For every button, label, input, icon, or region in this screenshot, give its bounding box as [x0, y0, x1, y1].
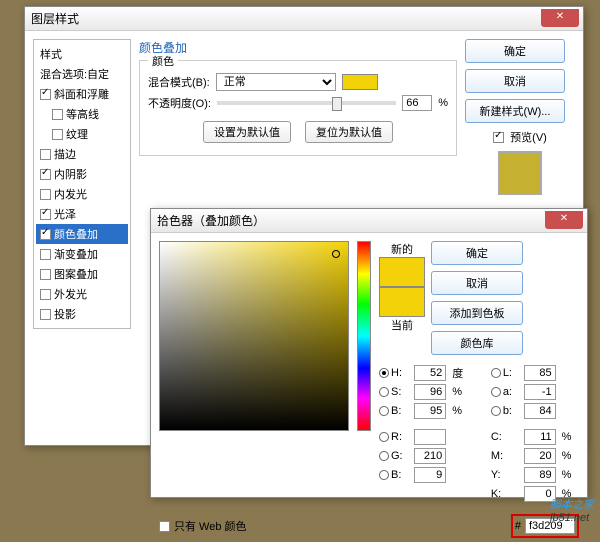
style-item[interactable]: 图案叠加: [36, 264, 128, 284]
val-input[interactable]: [414, 365, 446, 381]
web-only-label: 只有 Web 颜色: [174, 518, 247, 534]
style-checkbox[interactable]: [40, 229, 51, 240]
color-library-button[interactable]: 颜色库: [431, 331, 523, 355]
style-label: 内阴影: [54, 166, 87, 182]
mode-radio[interactable]: [379, 368, 389, 378]
preview-label: 预览(V): [510, 129, 547, 145]
picker-ring-icon: [332, 250, 340, 258]
watermark: 脚本之家 jb51.net: [550, 496, 594, 524]
mode-radio[interactable]: [379, 432, 389, 442]
picker-cancel-button[interactable]: 取消: [431, 271, 523, 295]
blend-mode-label: 混合模式(B):: [148, 74, 210, 90]
style-checkbox[interactable]: [40, 89, 51, 100]
style-label: 图案叠加: [54, 266, 98, 282]
style-checkbox[interactable]: [40, 209, 51, 220]
layer-style-title: 图层样式: [31, 10, 79, 27]
style-label: 内发光: [54, 186, 87, 202]
current-color-box[interactable]: [379, 287, 425, 317]
val-input[interactable]: [414, 384, 446, 400]
overlay-color-swatch[interactable]: [342, 74, 378, 90]
picker-ok-button[interactable]: 确定: [431, 241, 523, 265]
close-icon[interactable]: ✕: [541, 9, 579, 27]
style-label: 等高线: [66, 106, 99, 122]
style-item[interactable]: 内阴影: [36, 164, 128, 184]
val-input[interactable]: [524, 403, 556, 419]
style-checkbox[interactable]: [40, 289, 51, 300]
mode-radio[interactable]: [379, 406, 389, 416]
style-checkbox[interactable]: [52, 109, 63, 120]
blend-options-item[interactable]: 混合选项:自定: [36, 64, 128, 84]
style-item[interactable]: 斜面和浮雕: [36, 84, 128, 104]
opacity-slider[interactable]: [217, 101, 396, 105]
current-label: 当前: [391, 317, 413, 333]
style-item[interactable]: 颜色叠加: [36, 224, 128, 244]
ok-button[interactable]: 确定: [465, 39, 565, 63]
style-checkbox[interactable]: [40, 269, 51, 280]
val-input[interactable]: [524, 429, 556, 445]
new-color-box[interactable]: [379, 257, 425, 287]
panel-title: 颜色叠加: [139, 39, 457, 56]
make-default-button[interactable]: 设置为默认值: [203, 121, 291, 143]
picker-title: 拾色器（叠加颜色）: [157, 212, 265, 229]
style-checkbox[interactable]: [40, 169, 51, 180]
color-field[interactable]: [159, 241, 349, 431]
val-input[interactable]: [524, 467, 556, 483]
style-item[interactable]: 纹理: [36, 124, 128, 144]
style-checkbox[interactable]: [40, 309, 51, 320]
preview-checkbox[interactable]: [493, 132, 504, 143]
hue-slider[interactable]: [357, 241, 371, 431]
style-label: 光泽: [54, 206, 76, 222]
color-group: 颜色 混合模式(B): 正常 不透明度(O): % 设置为默认值 复位为默认值: [139, 60, 457, 156]
style-item[interactable]: 投影: [36, 304, 128, 324]
hex-prefix: #: [515, 520, 521, 532]
web-only-checkbox[interactable]: [159, 521, 170, 532]
percent-label: %: [438, 97, 448, 109]
val-input[interactable]: [414, 403, 446, 419]
mode-radio[interactable]: [491, 368, 501, 378]
style-label: 渐变叠加: [54, 246, 98, 262]
blend-mode-select[interactable]: 正常: [216, 73, 336, 91]
style-label: 外发光: [54, 286, 87, 302]
style-item[interactable]: 渐变叠加: [36, 244, 128, 264]
style-label: 斜面和浮雕: [54, 86, 109, 102]
val-input[interactable]: [414, 448, 446, 464]
mode-radio[interactable]: [491, 387, 501, 397]
style-checkbox[interactable]: [40, 149, 51, 160]
style-item[interactable]: 等高线: [36, 104, 128, 124]
preview-thumb: [498, 151, 542, 195]
opacity-input[interactable]: [402, 95, 432, 111]
style-item[interactable]: 外发光: [36, 284, 128, 304]
mode-radio[interactable]: [379, 470, 389, 480]
val-input[interactable]: [414, 467, 446, 483]
style-list: 样式 混合选项:自定 斜面和浮雕等高线纹理描边内阴影内发光光泽颜色叠加渐变叠加图…: [33, 39, 131, 329]
mode-radio[interactable]: [491, 406, 501, 416]
val-input[interactable]: [524, 365, 556, 381]
style-checkbox[interactable]: [40, 249, 51, 260]
group-legend: 颜色: [148, 53, 178, 69]
new-label: 新的: [391, 241, 413, 257]
style-checkbox[interactable]: [52, 129, 63, 140]
style-item[interactable]: 描边: [36, 144, 128, 164]
add-swatch-button[interactable]: 添加到色板: [431, 301, 523, 325]
styles-header[interactable]: 样式: [36, 44, 128, 64]
mode-radio[interactable]: [379, 451, 389, 461]
style-checkbox[interactable]: [40, 189, 51, 200]
style-item[interactable]: 光泽: [36, 204, 128, 224]
val-input[interactable]: [524, 448, 556, 464]
style-item[interactable]: 内发光: [36, 184, 128, 204]
mode-radio[interactable]: [379, 387, 389, 397]
val-input[interactable]: [524, 384, 556, 400]
reset-default-button[interactable]: 复位为默认值: [305, 121, 393, 143]
style-label: 描边: [54, 146, 76, 162]
new-style-button[interactable]: 新建样式(W)...: [465, 99, 565, 123]
val-input[interactable]: [414, 429, 446, 445]
style-label: 颜色叠加: [54, 226, 98, 242]
cancel-button[interactable]: 取消: [465, 69, 565, 93]
opacity-label: 不透明度(O):: [148, 95, 211, 111]
close-icon[interactable]: ✕: [545, 211, 583, 229]
style-label: 投影: [54, 306, 76, 322]
style-label: 纹理: [66, 126, 88, 142]
